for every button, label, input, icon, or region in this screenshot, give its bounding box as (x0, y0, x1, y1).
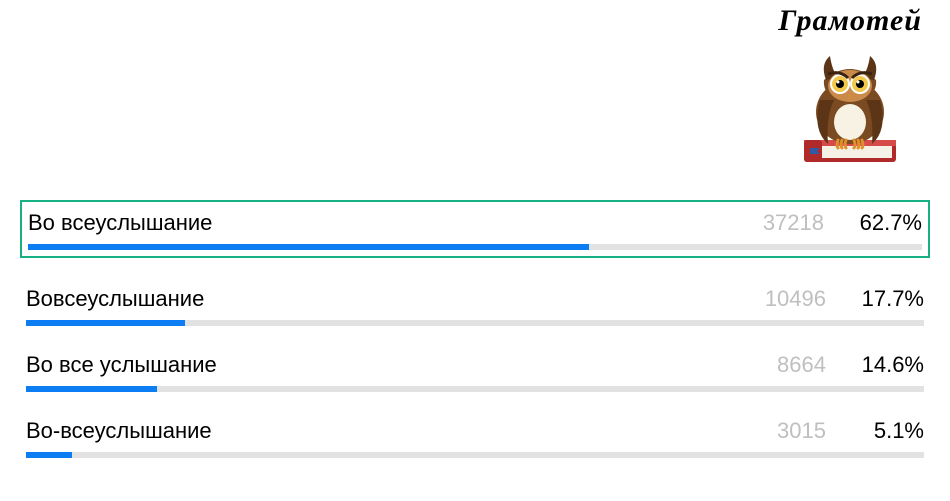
option-label: Во все услышание (26, 352, 217, 378)
option-count: 8664 (756, 352, 826, 378)
option-count: 10496 (756, 286, 826, 312)
poll-results: Во всеуслышание 37218 62.7% Вовсеуслышан… (20, 200, 930, 478)
poll-row: Во-всеуслышание 3015 5.1% (20, 412, 930, 462)
bar-fill (26, 386, 157, 392)
option-count: 37218 (754, 210, 824, 236)
bar-track (28, 244, 922, 250)
bar-track (26, 452, 924, 458)
bar-track (26, 386, 924, 392)
option-label: Во всеуслышание (28, 210, 212, 236)
owl-on-book-icon (790, 40, 910, 175)
option-label: Вовсеуслышание (26, 286, 204, 312)
bar-fill (28, 244, 589, 250)
bar-track (26, 320, 924, 326)
option-percent: 5.1% (854, 418, 924, 444)
option-percent: 14.6% (854, 352, 924, 378)
bar-fill (26, 320, 185, 326)
brand-title: Грамотей (778, 4, 922, 38)
poll-row: Вовсеуслышание 10496 17.7% (20, 280, 930, 330)
option-label: Во-всеуслышание (26, 418, 212, 444)
bar-fill (26, 452, 72, 458)
option-percent: 17.7% (854, 286, 924, 312)
brand-block: Грамотей (778, 4, 922, 175)
option-count: 3015 (756, 418, 826, 444)
poll-row: Во все услышание 8664 14.6% (20, 346, 930, 396)
poll-row: Во всеуслышание 37218 62.7% (20, 200, 930, 258)
option-percent: 62.7% (852, 210, 922, 236)
